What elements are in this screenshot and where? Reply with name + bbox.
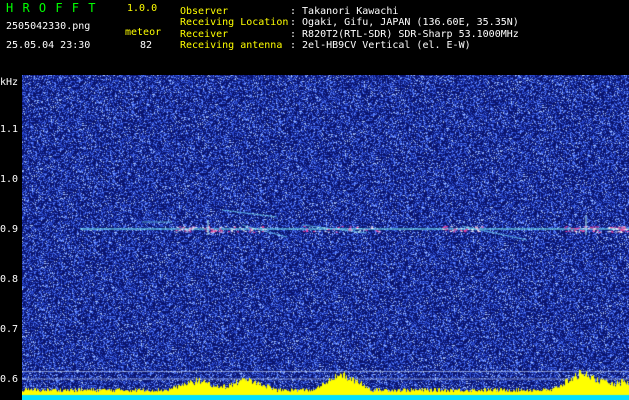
antenna-value: : 2el-HB9CV Vertical (el. E-W) (290, 40, 471, 51)
meteor-count: 82 (140, 40, 153, 51)
receiver-label: Receiver (180, 29, 229, 40)
observer-value: : Takanori Kawachi (290, 6, 399, 17)
spectrogram-canvas (22, 75, 629, 400)
y-tick-label: 0.7 (0, 324, 19, 335)
header-panel: H R O F F T 1.0.0 2505042330.png meteor … (0, 0, 629, 57)
y-tick-label: 0.6 (0, 374, 19, 385)
app-name: H R O F F T (6, 1, 97, 15)
hrofft-window: H R O F F T 1.0.0 2505042330.png meteor … (0, 0, 629, 400)
y-tick-label: 1.0 (0, 174, 19, 185)
location-label: Receiving Location (180, 17, 289, 28)
location-value: : Ogaki, Gifu, JAPAN (136.60E, 35.35N) (290, 17, 519, 28)
y-tick-label: 1.1 (0, 124, 19, 135)
y-tick-label: 0.8 (0, 274, 19, 285)
datetime: 25.05.04 23:30 (6, 40, 91, 51)
y-axis-unit: kHz (0, 77, 19, 88)
receiver-value: : R820T2(RTL-SDR) SDR-Sharp 53.1000MHz (290, 29, 519, 40)
y-tick-label: 0.9 (0, 224, 19, 235)
filename: 2505042330.png (6, 21, 91, 32)
app-version: 1.0.0 (127, 3, 158, 14)
mode-label: meteor (125, 27, 162, 38)
observer-label: Observer (180, 6, 229, 17)
antenna-label: Receiving antenna (180, 40, 283, 51)
